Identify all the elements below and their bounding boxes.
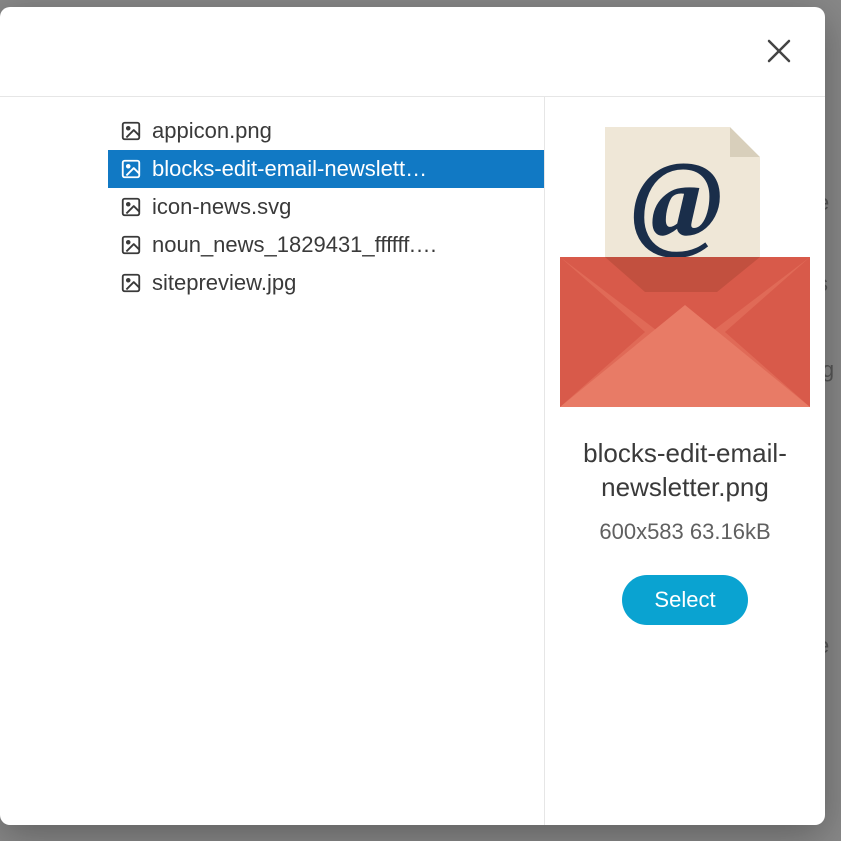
image-file-icon [120,272,142,294]
modal-header [0,7,825,97]
close-button[interactable] [765,37,795,67]
file-item-label: appicon.png [152,118,272,144]
svg-text:@: @ [631,139,723,261]
modal-body: appicon.png blocks-edit-email-newslett… ic… [0,97,825,825]
image-file-icon [120,158,142,180]
file-item[interactable]: sitepreview.jpg [108,264,544,302]
file-item[interactable]: icon-news.svg [108,188,544,226]
file-item-label: noun_news_1829431_ffffff.… [152,232,437,258]
image-file-icon [120,234,142,256]
image-file-icon [120,120,142,142]
preview-pane: @ blocks-edit-email-newsletter.png 600x5 [545,97,825,825]
close-icon [765,37,793,65]
file-list-pane: appicon.png blocks-edit-email-newslett… ic… [108,97,545,825]
file-item[interactable]: blocks-edit-email-newslett… [108,150,544,188]
envelope-at-icon: @ [545,117,825,407]
preview-meta: 600x583 63.16kB [599,519,770,545]
file-picker-modal: appicon.png blocks-edit-email-newslett… ic… [0,7,825,825]
file-item-label: sitepreview.jpg [152,270,296,296]
file-item-label: blocks-edit-email-newslett… [152,156,427,182]
file-item[interactable]: appicon.png [108,112,544,150]
preview-filename: blocks-edit-email-newsletter.png [545,437,825,505]
preview-image: @ [545,117,825,407]
file-item-label: icon-news.svg [152,194,291,220]
select-button[interactable]: Select [622,575,747,625]
file-item[interactable]: noun_news_1829431_ffffff.… [108,226,544,264]
image-file-icon [120,196,142,218]
